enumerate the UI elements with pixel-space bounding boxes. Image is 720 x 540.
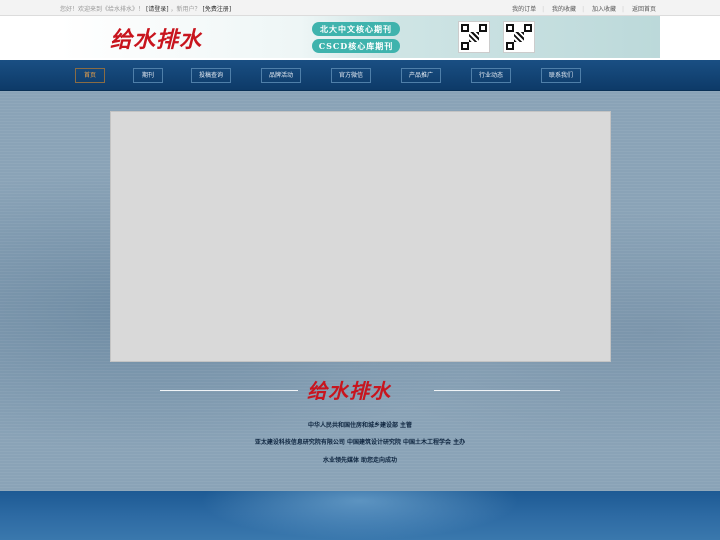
divider-left (160, 390, 298, 391)
header: 给水排水 北大中文核心期刊 CSCD核心库期刊 (0, 16, 720, 60)
divider-right (434, 390, 560, 391)
top-bar: 您好！欢迎来到《给水排水》！ [请登录] ，新用户？ [免费注册] 我的订单 | … (0, 0, 720, 16)
supervisor-text: 中华人民共和国住房和城乡建设部 主管 (307, 422, 413, 429)
core-journal-badge: 北大中文核心期刊 (312, 22, 400, 36)
slogan-text: 水业领先媒体 助您走向成功 (322, 457, 398, 464)
main-content: 给水排水 中华人民共和国住房和城乡建设部 主管 亚太建设科技信息研究院有限公司 … (0, 91, 720, 491)
register-link[interactable]: [免费注册] (202, 6, 231, 13)
login-link[interactable]: [请登录] (146, 6, 169, 13)
nav-industry-news[interactable]: 行业动态 (471, 68, 511, 83)
nav-contact-us[interactable]: 联系我们 (541, 68, 581, 83)
nav-submission-query[interactable]: 投稿查询 (191, 68, 231, 83)
my-orders-link[interactable]: 我的订单 (512, 6, 536, 13)
nav-brand-events[interactable]: 品牌活动 (261, 68, 301, 83)
sponsor-text: 亚太建设科技信息研究院有限公司 中国建筑设计研究院 中国土木工程学会 主办 (254, 439, 466, 446)
nav-journal[interactable]: 期刊 (133, 68, 163, 83)
footer-logo: 给水排水 (307, 379, 391, 403)
site-logo[interactable]: 给水排水 (110, 22, 202, 54)
qr-code-icon (503, 21, 535, 53)
main-nav: 首页 期刊 投稿查询 品牌活动 官方微信 产品推广 行业动态 联系我们 (0, 60, 720, 91)
back-home-link[interactable]: 返回首页 (632, 6, 656, 13)
add-bookmark-link[interactable]: 加入收藏 (592, 6, 616, 13)
header-banner: 给水排水 北大中文核心期刊 CSCD核心库期刊 (60, 16, 660, 58)
cscd-badge: CSCD核心库期刊 (312, 39, 400, 53)
nav-product-promotion[interactable]: 产品推广 (401, 68, 441, 83)
greeting-text: 您好！欢迎来到《给水排水》！ (60, 6, 145, 13)
welcome-area: 您好！欢迎来到《给水排水》！ [请登录] ，新用户？ [免费注册] (60, 4, 231, 13)
top-links: 我的订单 | 我的收藏 | 加入收藏 | 返回首页 (512, 6, 656, 13)
nav-home[interactable]: 首页 (75, 68, 105, 83)
footer-band (0, 491, 720, 540)
qr-code-icon (458, 21, 490, 53)
nav-wechat[interactable]: 官方微信 (331, 68, 371, 83)
my-favorites-link[interactable]: 我的收藏 (552, 6, 576, 13)
content-panel (110, 111, 611, 362)
new-user-text: ，新用户？ (170, 6, 201, 13)
